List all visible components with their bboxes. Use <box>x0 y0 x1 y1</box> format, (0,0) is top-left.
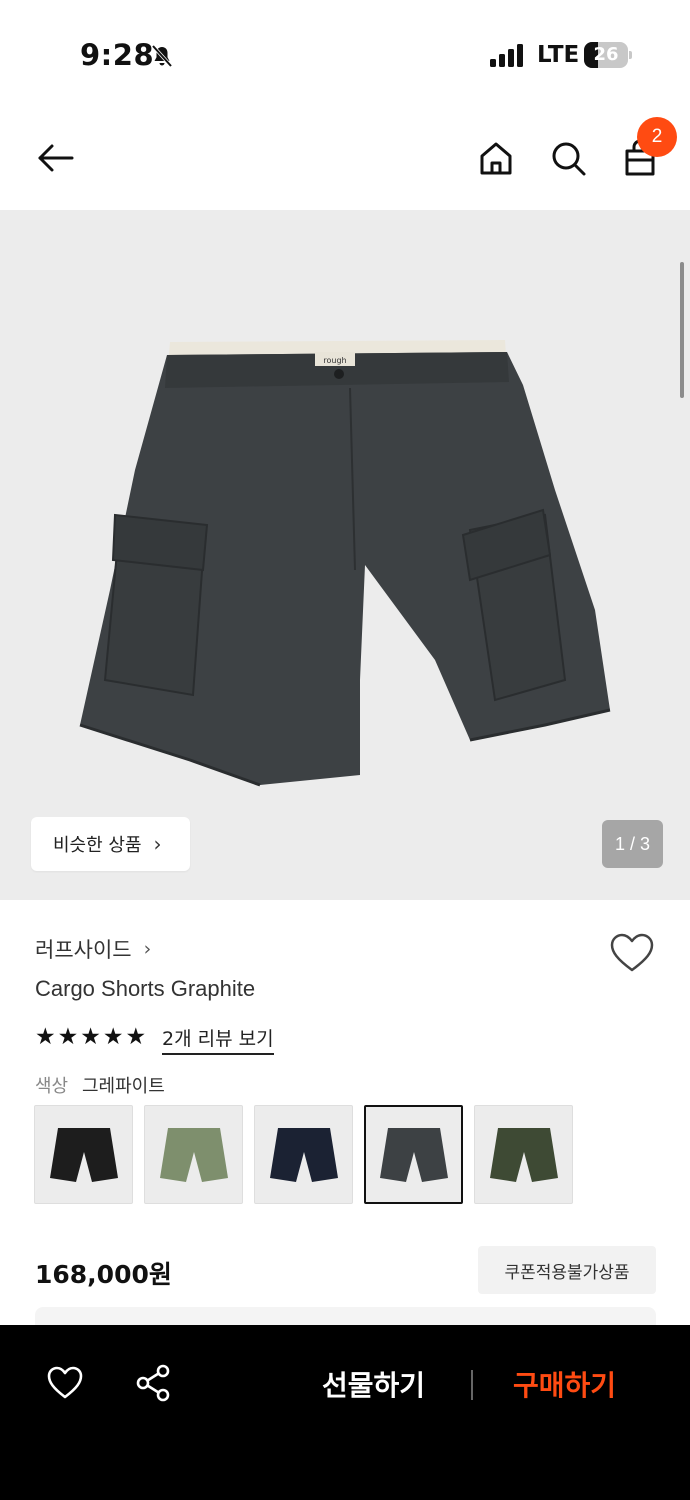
search-icon <box>552 142 586 176</box>
battery-level: 26 <box>593 44 619 65</box>
star-icon: ★ <box>35 1024 56 1050</box>
brand-tag-label: rough <box>323 356 346 365</box>
shorts-thumbnail <box>489 1127 558 1182</box>
search-button[interactable] <box>544 134 592 182</box>
page-scrollbar[interactable] <box>680 262 684 398</box>
home-button[interactable] <box>472 134 520 182</box>
shorts-thumbnail <box>379 1127 448 1182</box>
color-swatch[interactable] <box>474 1105 573 1204</box>
back-button[interactable] <box>31 134 79 182</box>
color-value: 그레파이트 <box>82 1076 165 1097</box>
similar-products-label: 비슷한 상품 <box>53 835 142 856</box>
star-icon: ★ <box>57 1024 79 1050</box>
heart-icon[interactable] <box>46 1364 84 1402</box>
product-price: 168,000원 <box>35 1260 172 1289</box>
image-pager: 1 / 3 <box>602 820 663 868</box>
shorts-thumbnail <box>49 1127 118 1182</box>
product-name: Cargo Shorts Graphite <box>35 976 256 1001</box>
shorts-thumbnail <box>269 1127 338 1182</box>
rating-stars: ★ ★ ★ ★ ★ <box>35 1025 146 1049</box>
product-image: rough <box>79 340 611 787</box>
chevron-right-icon: › <box>143 938 152 960</box>
share-icon[interactable] <box>134 1364 172 1402</box>
star-icon: ★ <box>102 1024 124 1050</box>
similar-products-button[interactable]: 비슷한 상품 › <box>31 817 190 871</box>
color-swatch[interactable] <box>144 1105 243 1204</box>
shorts-thumbnail <box>159 1127 228 1182</box>
brand-name: 러프사이드 <box>35 938 132 962</box>
arrow-left-icon <box>38 144 74 172</box>
bell-muted-icon <box>151 44 173 68</box>
product-image-gallery[interactable]: rough <box>0 210 690 900</box>
gift-button[interactable]: 선물하기 <box>322 1364 425 1404</box>
brand-link[interactable]: 러프사이드 › <box>35 934 151 964</box>
status-time: 9:28 <box>80 38 155 72</box>
buy-button[interactable]: 구매하기 <box>513 1364 616 1404</box>
wishlist-heart-icon[interactable] <box>609 932 655 974</box>
top-nav <box>0 110 690 210</box>
coupon-status-badge: 쿠폰적용불가상품 <box>478 1246 656 1294</box>
home-icon <box>480 142 512 175</box>
color-label: 색상 <box>35 1076 69 1097</box>
star-icon: ★ <box>80 1024 101 1050</box>
signal-icon <box>490 44 523 67</box>
divider <box>471 1370 473 1400</box>
star-icon: ★ <box>125 1024 147 1050</box>
color-swatch-list <box>34 1105 573 1204</box>
cart-count-badge: 2 <box>637 117 677 157</box>
reviews-link[interactable]: 2개 리뷰 보기 <box>162 1024 274 1055</box>
bottom-action-bar <box>0 1325 690 1500</box>
battery-icon: 26 <box>584 42 632 68</box>
color-swatch[interactable] <box>254 1105 353 1204</box>
network-label: LTE <box>537 42 580 68</box>
chevron-right-icon: › <box>153 832 162 856</box>
color-swatch-selected[interactable] <box>364 1105 463 1204</box>
color-swatch[interactable] <box>34 1105 133 1204</box>
status-bar: 9:28 LTE 26 <box>0 0 690 110</box>
